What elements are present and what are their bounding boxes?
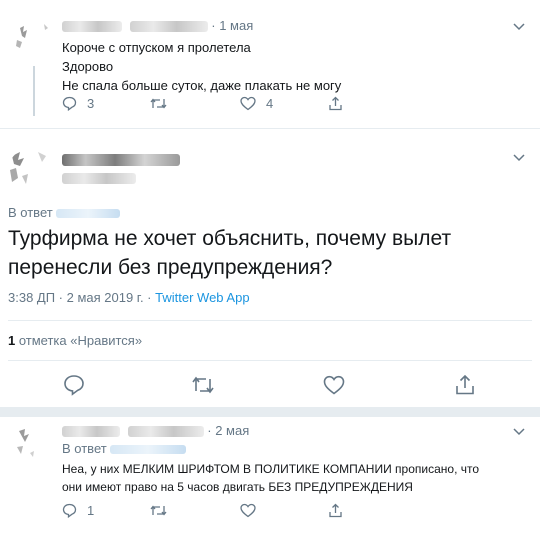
author-handle-redacted[interactable]	[129, 21, 208, 33]
share-icon[interactable]	[455, 374, 475, 396]
heart-icon	[240, 96, 256, 111]
tweet-text: Неа, у них МЕЛКИМ ШРИФТОМ В ПОЛИТИКЕ КОМ…	[62, 462, 480, 494]
reply-count: 3	[87, 96, 95, 111]
retweet-button[interactable]	[150, 503, 167, 518]
reply-to-line: В ответ	[62, 441, 187, 456]
share-icon	[329, 96, 342, 111]
tweet-date[interactable]: · 1 мая	[211, 18, 253, 33]
reply-icon[interactable]	[63, 374, 85, 396]
like-count: 4	[266, 96, 274, 111]
reply-icon	[62, 503, 77, 518]
reply-to-handle-redacted[interactable]	[110, 445, 187, 455]
tweet-header: · 1 мая	[62, 18, 253, 34]
like-button[interactable]: 4	[240, 96, 273, 111]
heart-icon	[240, 503, 256, 518]
reply-button[interactable]: 3	[62, 96, 94, 111]
retweet-icon	[150, 98, 167, 109]
chevron-down-icon[interactable]	[512, 20, 526, 34]
tweet-text: Турфирма не хочет объяснить, почему выле…	[8, 227, 452, 279]
thread-line	[33, 66, 35, 116]
share-button[interactable]	[328, 503, 343, 518]
reply-icon	[62, 96, 77, 111]
share-icon	[329, 503, 342, 518]
tweet-header: · 2 мая	[62, 423, 249, 439]
timestamp[interactable]: 3:38 ДП · 2 мая 2019 г. ·	[8, 290, 155, 305]
author-name-redacted[interactable]	[62, 426, 120, 438]
avatar[interactable]	[14, 18, 54, 58]
likes-summary[interactable]: 1 отметка «Нравится»	[8, 333, 142, 348]
section-separator	[0, 407, 540, 417]
heart-icon[interactable]	[323, 375, 345, 395]
divider	[8, 360, 532, 361]
chevron-down-icon[interactable]	[512, 425, 526, 439]
avatar[interactable]	[14, 423, 54, 463]
retweet-button[interactable]	[150, 96, 167, 111]
divider	[0, 128, 540, 129]
share-button[interactable]	[328, 96, 343, 111]
likes-label: отметка «Нравится»	[15, 333, 143, 348]
author-handle-redacted[interactable]	[62, 170, 136, 188]
tweet-meta: 3:38 ДП · 2 мая 2019 г. · Twitter Web Ap…	[8, 290, 250, 305]
author-handle-redacted[interactable]	[127, 426, 204, 438]
reply-to-line: В ответ	[8, 205, 121, 220]
author-name-redacted[interactable]	[62, 151, 180, 169]
reply-count: 1	[87, 503, 95, 518]
retweet-icon[interactable]	[191, 374, 215, 396]
retweet-icon	[150, 505, 167, 516]
chevron-down-icon[interactable]	[512, 151, 526, 165]
avatar[interactable]	[8, 148, 54, 194]
divider	[8, 320, 532, 321]
like-button[interactable]	[240, 503, 256, 518]
reply-button[interactable]: 1	[62, 503, 94, 518]
source-link[interactable]: Twitter Web App	[155, 290, 249, 305]
tweet-date[interactable]: · 2 мая	[207, 423, 249, 438]
author-name-redacted[interactable]	[62, 21, 122, 33]
reply-to-handle-redacted[interactable]	[56, 209, 121, 219]
tweet-text: Короче с отпуском я пролетела Здорово Не…	[62, 40, 342, 93]
